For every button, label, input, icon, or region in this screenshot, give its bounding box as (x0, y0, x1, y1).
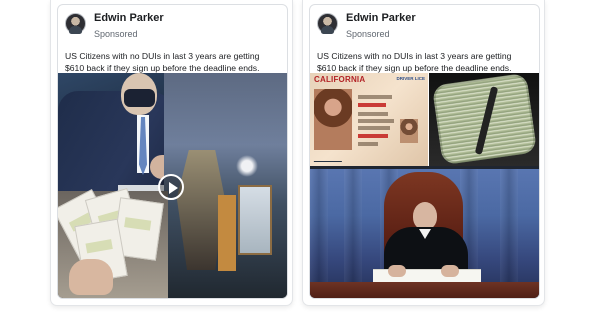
license-photo (314, 89, 352, 150)
license-line (358, 119, 394, 123)
ad-post-left[interactable]: Edwin Parker Sponsored US Citizens with … (57, 4, 288, 299)
post-header: Edwin Parker Sponsored (58, 5, 287, 49)
courtroom-desk (310, 282, 539, 298)
ad-card-right[interactable]: Edwin Parker Sponsored US Citizens with … (302, 0, 545, 306)
window-shape (238, 185, 272, 255)
lamp-glow (236, 155, 258, 177)
license-line (358, 103, 386, 107)
hand-shape (441, 265, 459, 277)
license-line (358, 112, 388, 116)
curtain-shape (310, 169, 328, 298)
license-line (358, 126, 390, 130)
avatar[interactable] (317, 13, 338, 34)
sponsored-label[interactable]: Sponsored (94, 29, 138, 39)
courtroom-image (310, 169, 539, 298)
advertiser-name[interactable]: Edwin Parker (346, 12, 416, 24)
curtain-shape (344, 169, 362, 298)
chair-shape (218, 195, 236, 271)
post-header: Edwin Parker Sponsored (310, 5, 539, 49)
license-state: CALIFORNIA (314, 75, 366, 84)
avatar[interactable] (65, 13, 86, 34)
ad-card-left[interactable]: Edwin Parker Sponsored US Citizens with … (50, 0, 293, 306)
ad-gallery: Edwin Parker Sponsored US Citizens with … (0, 0, 600, 315)
driver-license-image: CALIFORNIA DRIVER LICE (310, 73, 429, 166)
license-line (358, 142, 378, 146)
signature-mark (313, 154, 345, 162)
checks-scene (58, 188, 168, 298)
license-line (358, 95, 392, 99)
image-collage[interactable]: CALIFORNIA DRIVER LICE (310, 73, 539, 298)
judge-head (413, 202, 437, 230)
advertiser-name[interactable]: Edwin Parker (94, 12, 164, 24)
hand-shape (69, 259, 113, 295)
ad-post-right[interactable]: Edwin Parker Sponsored US Citizens with … (309, 4, 540, 299)
sponsored-label[interactable]: Sponsored (346, 29, 390, 39)
video-collage[interactable] (58, 73, 287, 298)
license-label: DRIVER LICE (396, 76, 425, 81)
play-icon[interactable] (158, 174, 184, 200)
curtain-shape (500, 169, 518, 298)
license-line (358, 134, 388, 138)
license-small-photo (400, 119, 418, 143)
hand-shape (388, 265, 406, 277)
face-mask (124, 89, 155, 107)
cash-image (429, 73, 539, 166)
